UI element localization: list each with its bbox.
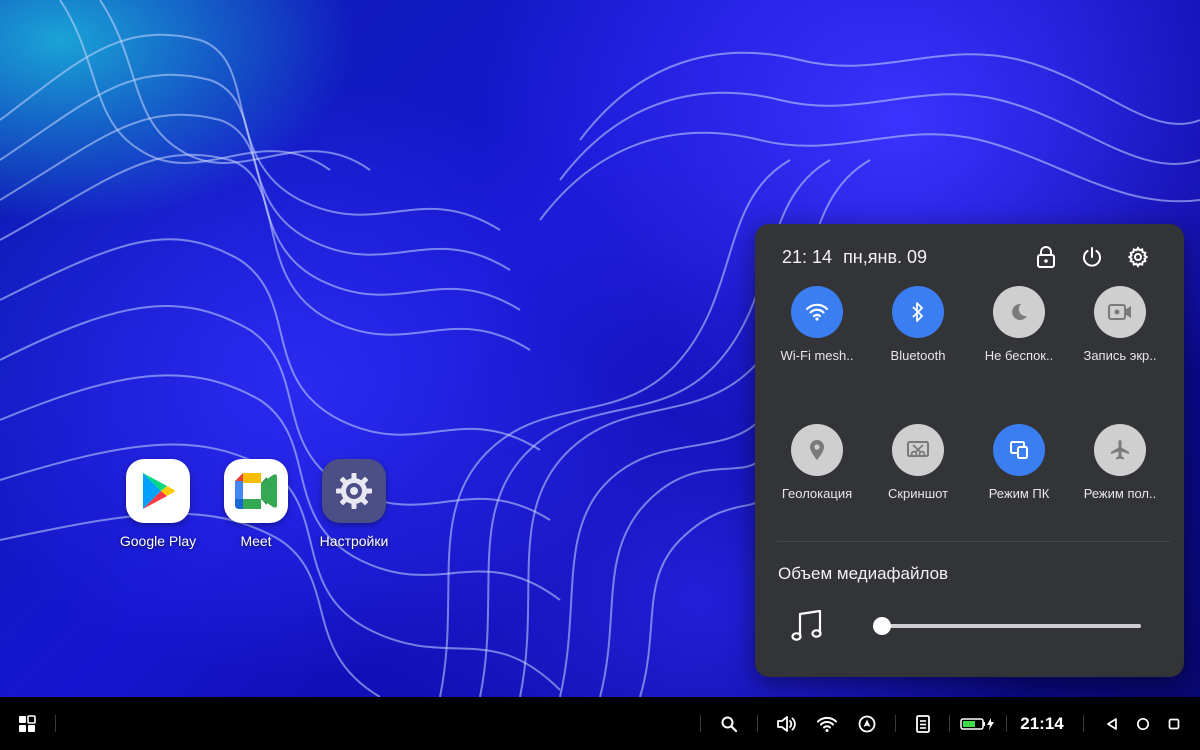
tile-label: Не беспок..: [984, 348, 1054, 363]
navigation-icon[interactable]: [854, 697, 880, 750]
location-pin-icon[interactable]: [791, 424, 843, 476]
slider-track: [873, 624, 1141, 628]
grid-icon[interactable]: [14, 697, 40, 750]
tile-screen-record[interactable]: Запись экр..: [1074, 286, 1166, 363]
app-google-play[interactable]: Google Play: [113, 459, 203, 549]
app-label: Meet: [240, 533, 272, 549]
taskbar-separator: [55, 715, 56, 732]
app-meet[interactable]: Meet: [211, 459, 301, 549]
taskbar-clock-text: 21:14: [1020, 713, 1064, 733]
bluetooth-icon[interactable]: [892, 286, 944, 338]
recents-icon[interactable]: [1162, 697, 1186, 750]
taskbar-separator: [757, 715, 758, 732]
media-volume-slider[interactable]: [873, 616, 1141, 636]
app-label: Google Play: [119, 533, 197, 549]
tile-label: Скриншот: [887, 486, 949, 501]
tile-label: Режим ПК: [988, 486, 1050, 501]
app-label: Настройки: [319, 533, 389, 549]
gear-icon[interactable]: [322, 459, 386, 523]
volume-icon[interactable]: [772, 697, 800, 750]
taskbar-clock[interactable]: 21:14: [1015, 697, 1069, 750]
moon-icon[interactable]: [993, 286, 1045, 338]
tile-label: Режим пол..: [1083, 486, 1157, 501]
media-volume-title: Объем медиафайлов: [778, 564, 949, 583]
tile-label: Wi-Fi mesh..: [780, 348, 854, 363]
app-settings[interactable]: Настройки: [309, 459, 399, 549]
gear-icon[interactable]: [1125, 244, 1151, 270]
tile-location[interactable]: Геолокация: [771, 424, 863, 501]
screenshot-icon[interactable]: [892, 424, 944, 476]
slider-thumb[interactable]: [873, 617, 891, 635]
taskbar-separator: [1083, 715, 1084, 732]
qs-time: 21: 14: [782, 247, 833, 267]
tile-airplane-mode[interactable]: Режим пол..: [1074, 424, 1166, 501]
taskbar-separator: [700, 715, 701, 732]
tile-wifi[interactable]: Wi-Fi mesh..: [771, 286, 863, 363]
tile-label: Геолокация: [781, 486, 853, 501]
notes-icon[interactable]: [910, 697, 936, 750]
wifi-icon[interactable]: [813, 697, 841, 750]
airplane-icon[interactable]: [1094, 424, 1146, 476]
search-icon[interactable]: [716, 697, 742, 750]
google-play-icon[interactable]: [126, 459, 190, 523]
taskbar-separator: [895, 715, 896, 732]
tile-screenshot[interactable]: Скриншот: [872, 424, 964, 501]
qs-date: пн,янв. 09: [843, 247, 928, 267]
tile-do-not-disturb[interactable]: Не беспок..: [973, 286, 1065, 363]
taskbar: 21:14: [0, 697, 1200, 750]
wifi-icon[interactable]: [791, 286, 843, 338]
battery-charging-icon[interactable]: [958, 697, 998, 750]
tile-label: Запись экр..: [1083, 348, 1157, 363]
taskbar-separator: [1006, 715, 1007, 732]
qs-divider: [777, 541, 1170, 542]
pc-mode-icon[interactable]: [993, 424, 1045, 476]
quick-settings-panel: 21: 14 пн,янв. 09 Wi-Fi mesh.. Bluetooth…: [755, 224, 1184, 677]
screen-record-icon[interactable]: [1094, 286, 1146, 338]
power-icon[interactable]: [1079, 244, 1105, 270]
qs-datetime: 21: 14 пн,янв. 09: [782, 247, 933, 268]
tile-pc-mode[interactable]: Режим ПК: [973, 424, 1065, 501]
music-note-icon: [789, 608, 825, 644]
home-icon[interactable]: [1131, 697, 1155, 750]
lock-icon[interactable]: [1033, 244, 1059, 270]
back-icon[interactable]: [1100, 697, 1124, 750]
taskbar-separator: [949, 715, 950, 732]
google-meet-icon[interactable]: [224, 459, 288, 523]
tile-bluetooth[interactable]: Bluetooth: [872, 286, 964, 363]
tile-label: Bluetooth: [890, 348, 946, 363]
